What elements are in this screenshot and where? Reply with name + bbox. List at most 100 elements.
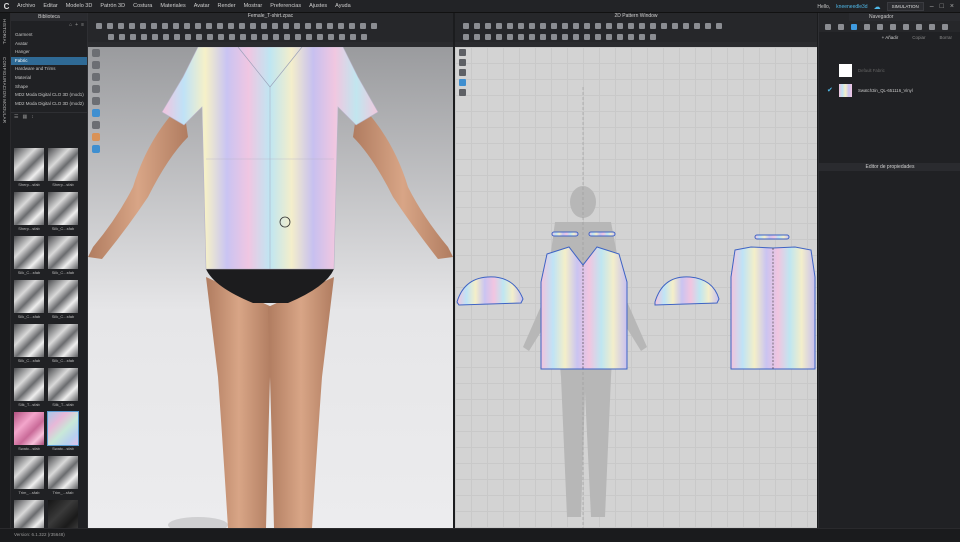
menu-item-6[interactable]: Avatar xyxy=(190,3,214,9)
3d-row1-tool-icon[interactable] xyxy=(228,22,234,29)
2d-row1-tool-icon[interactable] xyxy=(617,22,623,29)
2d-row2-tool-icon[interactable] xyxy=(518,33,524,40)
3d-row2-tool-icon[interactable] xyxy=(273,33,279,40)
library-item[interactable]: Hanger xyxy=(11,48,87,57)
menu-item-8[interactable]: Mostrar xyxy=(240,3,267,9)
3d-row2-tool-icon[interactable] xyxy=(317,33,323,40)
2d-row1-tool-icon[interactable] xyxy=(661,22,667,29)
fabric-thumbnail[interactable]: Swatc...sfab xyxy=(14,412,44,454)
menu-item-0[interactable]: Archivo xyxy=(13,3,39,9)
2d-row1-tool-icon[interactable] xyxy=(485,22,491,29)
3d-row2-tool-icon[interactable] xyxy=(240,33,246,40)
sort-icon[interactable]: ↕ xyxy=(31,114,34,120)
menu-item-11[interactable]: Ayuda xyxy=(331,3,355,9)
2d-row1-tool-icon[interactable] xyxy=(474,22,480,29)
menu-item-2[interactable]: Modelo 3D xyxy=(62,3,97,9)
fabric-thumbnail[interactable]: Silk_T...sfab xyxy=(48,368,78,410)
3d-row1-tool-icon[interactable] xyxy=(360,22,366,29)
2d-row2-tool-icon[interactable] xyxy=(584,33,590,40)
3d-row2-tool-icon[interactable] xyxy=(152,33,158,40)
fabric-thumbnail[interactable]: Silk_C...sfab xyxy=(14,324,44,366)
fabric-thumbnail[interactable]: Sherp...sfab xyxy=(14,148,44,190)
fabric-thumbnail[interactable]: Silk_C...sfab xyxy=(48,324,78,366)
3d-row2-tool-icon[interactable] xyxy=(284,33,290,40)
menu-item-1[interactable]: Editar xyxy=(39,3,61,9)
2d-row1-tool-icon[interactable] xyxy=(694,22,700,29)
3d-row1-tool-icon[interactable] xyxy=(272,22,278,29)
2d-row1-tool-icon[interactable] xyxy=(507,22,513,29)
fabric-thumbnail[interactable]: Sherp...sfab xyxy=(14,192,44,234)
menu-item-10[interactable]: Ajustes xyxy=(305,3,331,9)
library-item[interactable]: Shape xyxy=(11,83,87,92)
3d-row1-tool-icon[interactable] xyxy=(371,22,377,29)
2d-row2-tool-icon[interactable] xyxy=(507,33,513,40)
user-name[interactable]: kneeneedle3d xyxy=(836,4,867,10)
menu-item-7[interactable]: Render xyxy=(214,3,240,9)
menu-item-5[interactable]: Materiales xyxy=(156,3,189,9)
2d-row1-tool-icon[interactable] xyxy=(595,22,601,29)
3d-row2-tool-icon[interactable] xyxy=(185,33,191,40)
fold-arrangement-icon[interactable] xyxy=(92,121,100,129)
menu-item-4[interactable]: Costura xyxy=(129,3,156,9)
library-item[interactable]: MD2 Moda Digital CLO 3D (mod2) xyxy=(11,100,87,109)
2d-row1-tool-icon[interactable] xyxy=(716,22,722,29)
fabric-thumbnail[interactable]: Swatc...sfab xyxy=(47,411,79,454)
3d-viewport-canvas[interactable] xyxy=(88,47,453,528)
2d-row2-tool-icon[interactable] xyxy=(606,33,612,40)
fabric-thumbnail[interactable]: Silk_C...sfab xyxy=(14,236,44,278)
tab-buttonhole-icon[interactable] xyxy=(877,23,883,30)
fabric-thumbnail[interactable]: Trim_...sfab xyxy=(48,456,78,498)
3d-row2-tool-icon[interactable] xyxy=(328,33,334,40)
3d-row2-tool-icon[interactable] xyxy=(306,33,312,40)
3d-row2-tool-icon[interactable] xyxy=(262,33,268,40)
maximize-icon[interactable]: □ xyxy=(940,3,944,10)
home-icon[interactable]: ⌂ xyxy=(69,22,72,29)
tab-topstitch-icon[interactable] xyxy=(890,23,896,30)
fabric-thumbnail[interactable]: Sherp...sfab xyxy=(48,148,78,190)
3d-row2-tool-icon[interactable] xyxy=(295,33,301,40)
tab-trim-icon[interactable] xyxy=(929,23,935,30)
select-move-icon[interactable] xyxy=(92,109,100,117)
grid-view-icon[interactable]: ▦ xyxy=(22,114,27,120)
tab-modular-config[interactable]: CONFIGURACION MODULAR xyxy=(2,57,7,123)
fabric-thumbnail[interactable]: Trim_...sfab xyxy=(14,456,44,498)
3d-row1-tool-icon[interactable] xyxy=(118,22,124,29)
library-item[interactable]: Fabric xyxy=(11,56,87,66)
2d-row1-tool-icon[interactable] xyxy=(628,22,634,29)
2d-row1-tool-icon[interactable] xyxy=(573,22,579,29)
menu-item-9[interactable]: Preferencias xyxy=(266,3,305,9)
fabric-thumbnail[interactable]: Silk_C...sfab xyxy=(48,236,78,278)
3d-row2-tool-icon[interactable] xyxy=(339,33,345,40)
fitting-suit-icon[interactable] xyxy=(92,145,100,153)
2d-row1-tool-icon[interactable] xyxy=(518,22,524,29)
3d-row2-tool-icon[interactable] xyxy=(141,33,147,40)
fabric-list-item[interactable]: Default Fabric xyxy=(827,63,957,77)
display-garment-icon[interactable] xyxy=(92,61,100,69)
add-folder-icon[interactable]: + xyxy=(75,22,78,29)
list-view-icon[interactable]: ☰ xyxy=(14,114,18,120)
camera-view-icon[interactable] xyxy=(92,73,100,81)
2d-row2-tool-icon[interactable] xyxy=(628,33,634,40)
fabric-thumbnail[interactable]: Silk_T...sfab xyxy=(14,368,44,410)
2d-grid-icon[interactable] xyxy=(459,59,466,66)
menu-icon[interactable]: ≡ xyxy=(81,22,84,29)
mesh-view-icon[interactable] xyxy=(92,97,100,105)
3d-row2-tool-icon[interactable] xyxy=(218,33,224,40)
2d-row2-tool-icon[interactable] xyxy=(529,33,535,40)
texture-view-icon[interactable] xyxy=(92,85,100,93)
2d-row1-tool-icon[interactable] xyxy=(672,22,678,29)
library-item[interactable]: MD2 Moda Digital CLO 3D (mod1) xyxy=(11,91,87,100)
delete-fabric-button[interactable]: Borrar xyxy=(939,35,952,40)
simulation-toggle[interactable]: SIMULATION xyxy=(886,2,924,11)
3d-row1-tool-icon[interactable] xyxy=(184,22,190,29)
add-fabric-button[interactable]: + Añadir xyxy=(882,35,899,40)
tab-fabric-icon[interactable] xyxy=(851,23,857,30)
cloud-icon[interactable]: ☁ xyxy=(874,3,881,11)
fabric-thumbnail[interactable]: Silk_C...sfab xyxy=(48,192,78,234)
tab-graphic-icon[interactable] xyxy=(916,23,922,30)
2d-row1-tool-icon[interactable] xyxy=(463,22,469,29)
tab-scene-icon[interactable] xyxy=(825,23,831,30)
2d-row2-tool-icon[interactable] xyxy=(573,33,579,40)
3d-row1-tool-icon[interactable] xyxy=(239,22,245,29)
minimize-icon[interactable]: – xyxy=(930,3,934,10)
